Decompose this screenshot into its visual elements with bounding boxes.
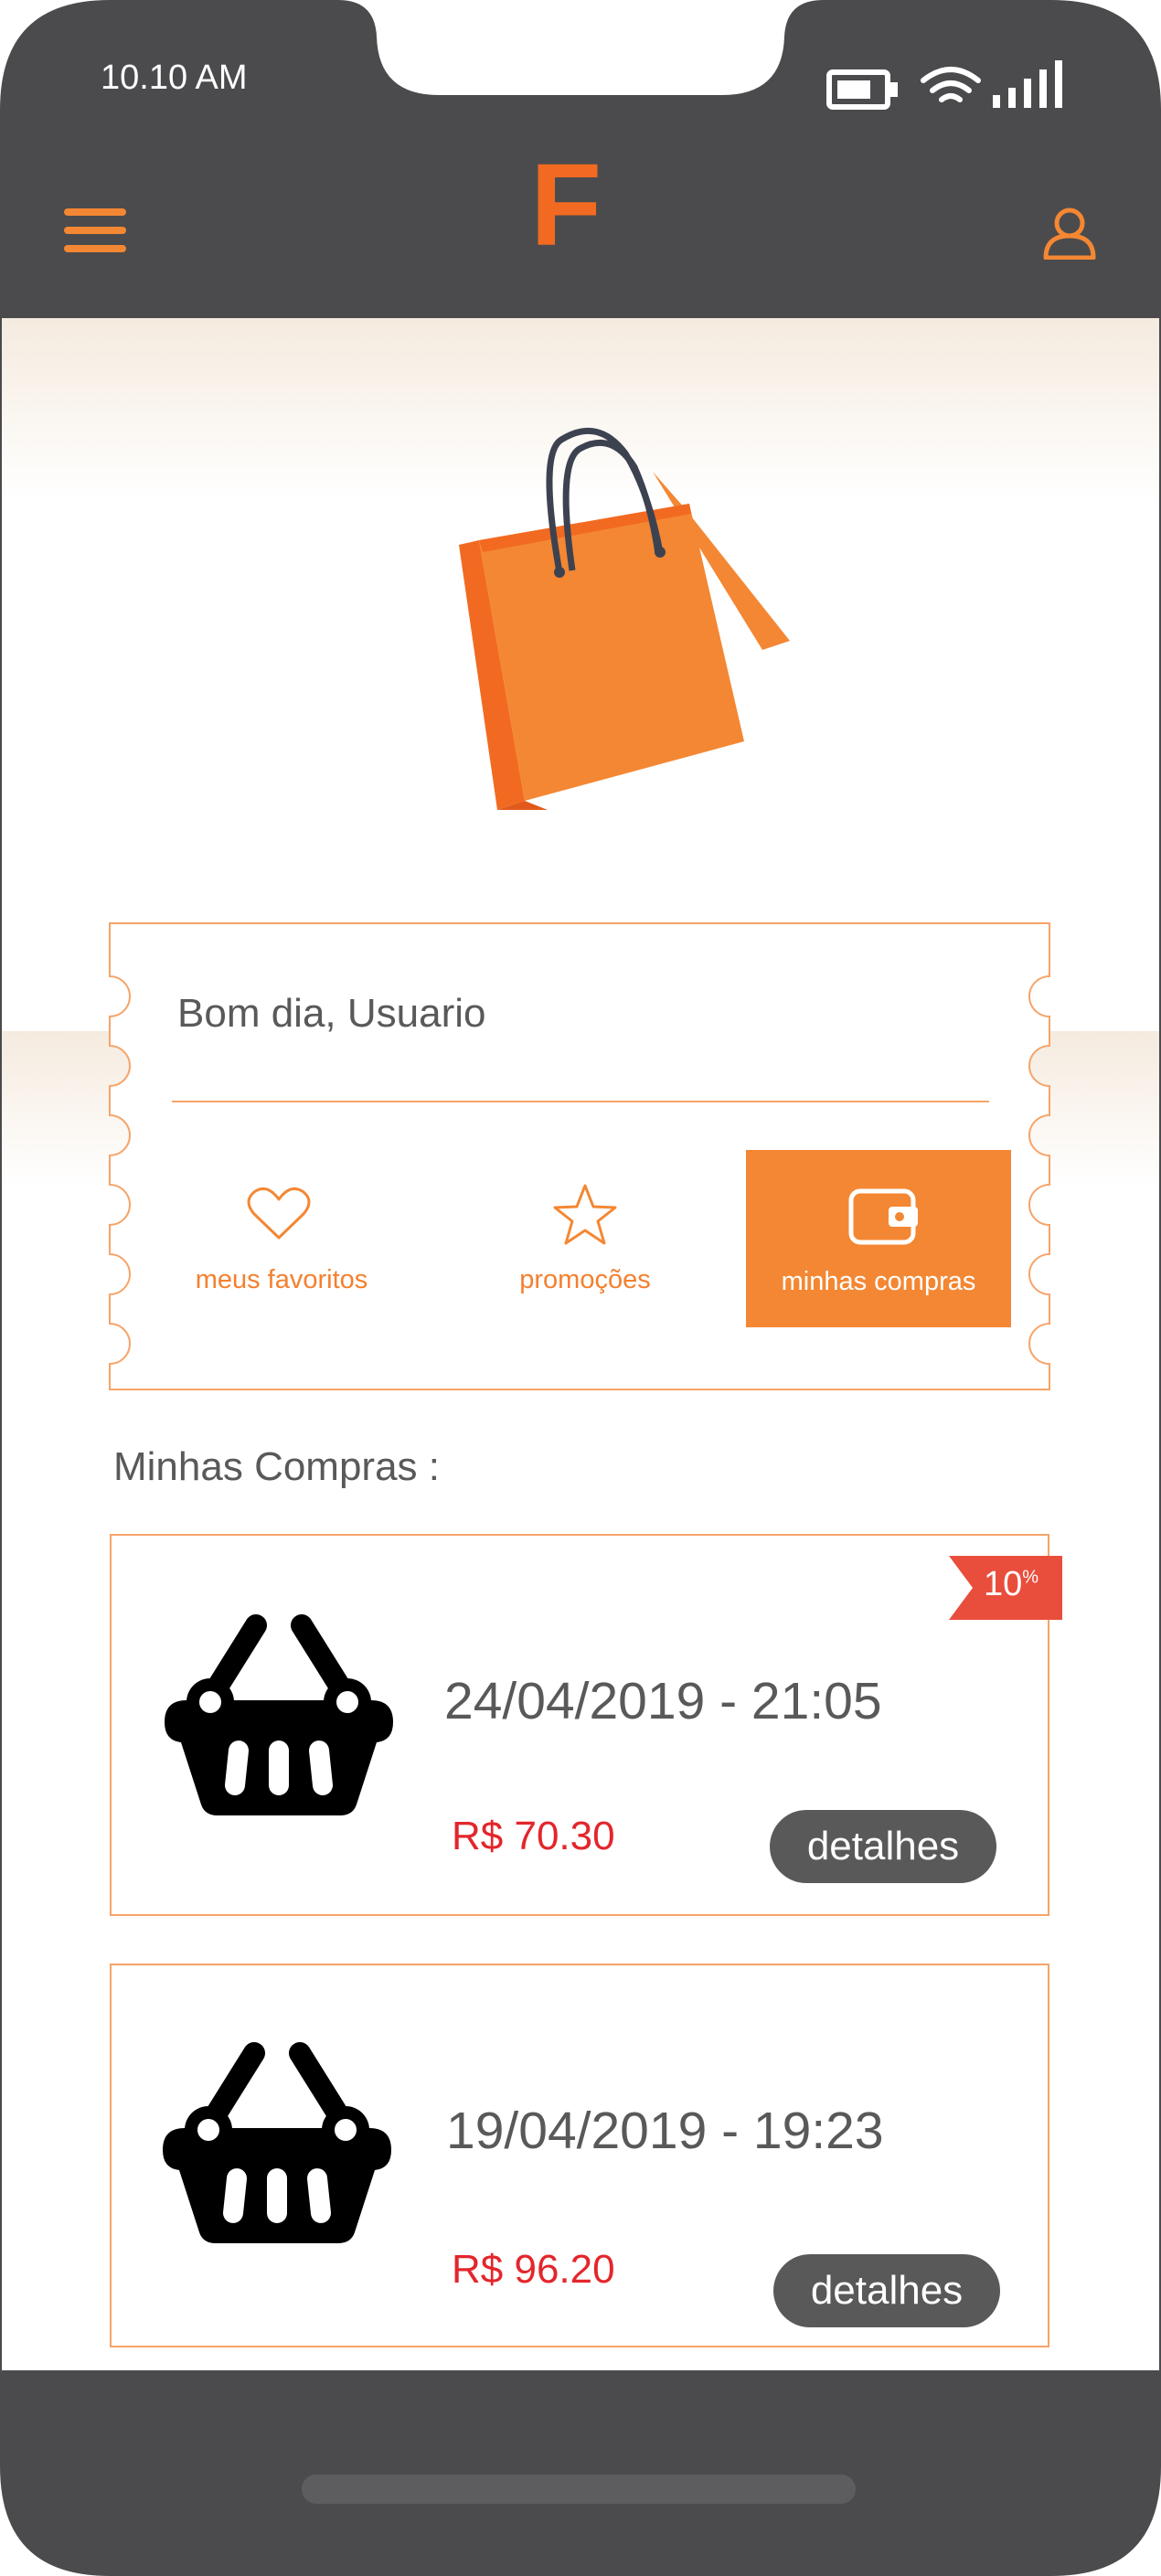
status-time: 10.10 AM bbox=[101, 59, 248, 97]
divider bbox=[172, 1101, 989, 1102]
star-icon bbox=[553, 1184, 617, 1245]
discount-unit: % bbox=[1022, 1567, 1039, 1588]
phone-frame: 10.10 AM F Bom dia, Usuario meus favorit… bbox=[0, 0, 1161, 2576]
signal-icon bbox=[993, 60, 1062, 108]
wifi-icon bbox=[921, 67, 981, 102]
wallet-icon bbox=[848, 1188, 918, 1245]
discount-value: 10 bbox=[984, 1565, 1023, 1603]
greeting-text: Bom dia, Usuario bbox=[177, 991, 486, 1036]
my-purchases-label: minhas compras bbox=[781, 1267, 976, 1296]
discount-text: 10% bbox=[984, 1565, 1039, 1604]
user-icon[interactable] bbox=[1042, 205, 1097, 260]
section-title: Minhas Compras : bbox=[113, 1444, 441, 1489]
action-favorites[interactable]: meus favoritos bbox=[174, 1181, 389, 1327]
purchase-price: R$ 70.30 bbox=[452, 1814, 615, 1858]
details-button[interactable]: detalhes bbox=[770, 1810, 996, 1883]
favorites-label: meus favoritos bbox=[195, 1265, 368, 1294]
battery-icon bbox=[826, 69, 898, 110]
basket-icon bbox=[163, 2042, 391, 2243]
menu-icon[interactable] bbox=[64, 207, 126, 254]
shopping-bag-illustration bbox=[459, 427, 790, 810]
basket-icon bbox=[165, 1614, 393, 1815]
promotions-label: promoções bbox=[519, 1265, 651, 1294]
purchase-date: 24/04/2019 - 21:05 bbox=[444, 1672, 882, 1730]
heart-icon bbox=[247, 1187, 311, 1240]
action-promotions[interactable]: promoções bbox=[494, 1181, 676, 1327]
brand-logo[interactable]: F bbox=[530, 146, 602, 265]
purchase-date: 19/04/2019 - 19:23 bbox=[446, 2102, 884, 2160]
purchase-price: R$ 96.20 bbox=[452, 2247, 615, 2292]
details-button[interactable]: detalhes bbox=[773, 2254, 1000, 2327]
